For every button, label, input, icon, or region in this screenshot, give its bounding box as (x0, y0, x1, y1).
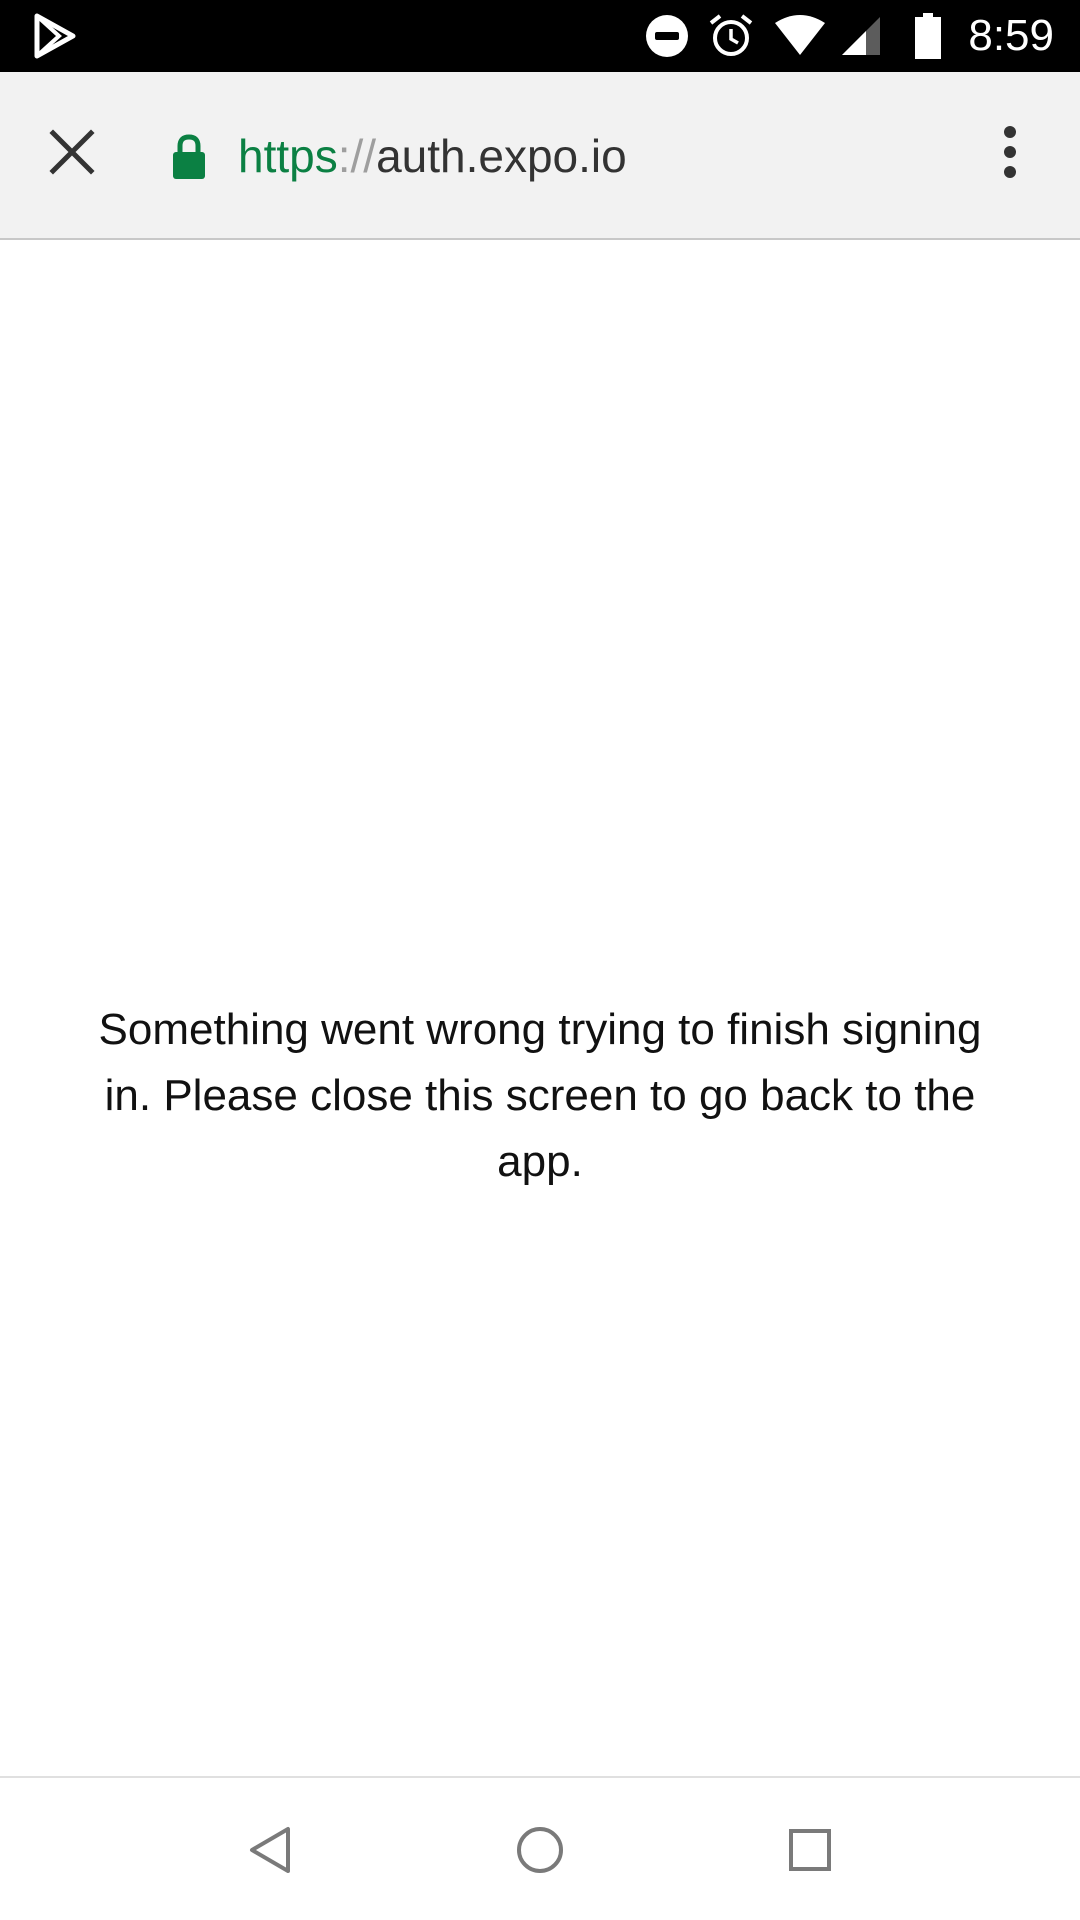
play-store-icon (30, 0, 80, 72)
url-bar[interactable]: https://auth.expo.io (172, 72, 627, 240)
recents-icon (789, 1829, 831, 1871)
url-host: auth.expo.io (376, 130, 627, 182)
custom-tab-toolbar: https://auth.expo.io (0, 72, 1080, 240)
back-button[interactable] (220, 1800, 320, 1900)
home-button[interactable] (490, 1800, 590, 1900)
close-icon (49, 129, 95, 175)
web-content: Something went wrong trying to finish si… (0, 242, 1080, 1776)
status-bar: 8:59 (0, 0, 1080, 72)
error-message: Something went wrong trying to finish si… (98, 1005, 982, 1186)
clock-time: 8:59 (968, 11, 1054, 60)
url-separator: :// (337, 130, 377, 182)
recents-button[interactable] (760, 1800, 860, 1900)
navigation-bar (0, 1776, 1080, 1920)
battery-icon (910, 0, 946, 72)
lock-icon (173, 134, 205, 179)
do-not-disturb-icon (642, 0, 692, 72)
wifi-icon (772, 0, 828, 72)
url-scheme: https (238, 130, 338, 182)
back-icon (250, 1827, 290, 1873)
home-icon (517, 1827, 563, 1873)
close-button[interactable] (32, 112, 112, 192)
more-vert-icon (1004, 126, 1016, 178)
overflow-menu-button[interactable] (970, 112, 1050, 192)
signal-icon (838, 0, 884, 72)
alarm-icon (706, 0, 756, 72)
